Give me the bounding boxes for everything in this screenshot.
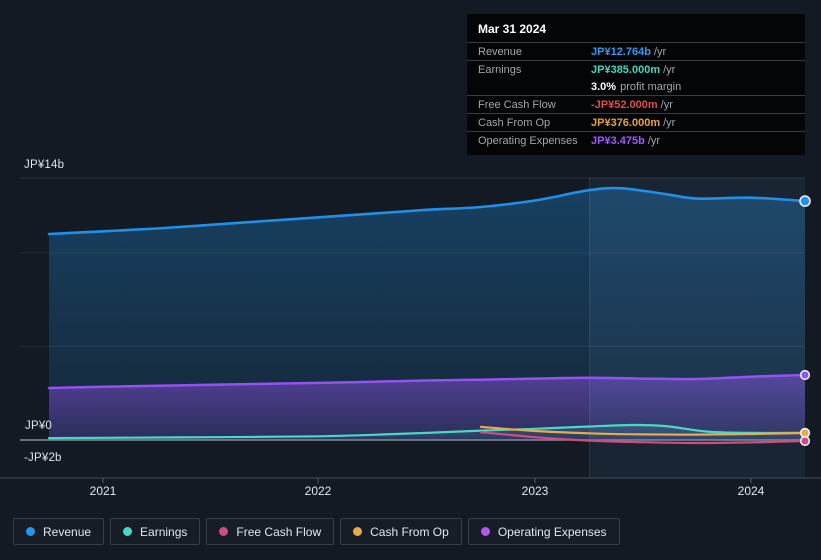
tooltip-suffix: /yr <box>660 98 673 111</box>
tooltip-suffix: /yr <box>653 45 667 58</box>
tooltip-row-revenue: Revenue JP¥12.764b /yr <box>467 42 805 60</box>
endpoint-free_cash_flow[interactable] <box>799 435 811 447</box>
legend-item-free-cash-flow[interactable]: Free Cash Flow <box>206 518 335 545</box>
cash-from-op-dot-icon <box>353 527 363 536</box>
page: { "y_axis": { "top_label": "JP¥14b", "ze… <box>0 0 821 560</box>
y-axis-label-14b: JP¥14b <box>24 159 65 171</box>
hover-tooltip: Mar 31 2024 Revenue JP¥12.764b /yr Earni… <box>467 14 805 155</box>
tooltip-label: Cash From Op <box>478 116 551 129</box>
tooltip-suffix: /yr <box>647 134 661 147</box>
operating-expenses-dot-icon <box>480 527 490 536</box>
x-axis-label-2022: 2022 <box>304 484 332 498</box>
legend-label: Earnings <box>140 524 188 539</box>
legend-label: Free Cash Flow <box>236 524 322 539</box>
legend-label: Cash From Op <box>370 524 449 539</box>
tooltip-row-operating-expenses: Operating Expenses JP¥3.475b /yr <box>467 131 805 149</box>
tooltip-row-free-cash-flow: Free Cash Flow -JP¥52.000m /yr <box>467 95 805 113</box>
x-axis-label-2021: 2021 <box>89 484 117 498</box>
earnings-revenue-history-chart[interactable]: JP¥14b JP¥0 -JP¥2b 2021 2022 2023 2024 M… <box>0 0 821 560</box>
profit-margin-value: 3.0% <box>591 80 617 93</box>
x-axis-label-2024: 2024 <box>737 484 765 498</box>
tooltip-value: JP¥385.000m <box>591 63 661 76</box>
revenue-dot-icon <box>26 527 35 536</box>
legend-label: Revenue <box>43 524 92 539</box>
legend-item-cash-from-op[interactable]: Cash From Op <box>340 518 462 545</box>
tooltip-value: JP¥12.764b <box>591 45 651 58</box>
endpoint-revenue[interactable] <box>799 195 811 207</box>
x-axis-label-2023: 2023 <box>521 484 549 498</box>
legend-item-operating-expenses[interactable]: Operating Expenses <box>467 518 620 545</box>
tooltip-row-earnings: Earnings JP¥385.000m /yr <box>467 60 805 78</box>
tooltip-value: JP¥3.475b <box>591 134 645 147</box>
tooltip-value: -JP¥52.000m <box>591 98 658 111</box>
legend-item-earnings[interactable]: Earnings <box>110 518 201 545</box>
tooltip-label: Operating Expenses <box>478 134 578 147</box>
tooltip-value: JP¥376.000m <box>591 116 661 129</box>
tooltip-date: Mar 31 2024 <box>478 22 547 36</box>
free-cash-flow-dot-icon <box>219 527 229 536</box>
y-axis-label-neg2b: -JP¥2b <box>24 452 62 464</box>
endpoint-operating_expenses[interactable] <box>799 369 811 381</box>
tooltip-label: Free Cash Flow <box>478 98 556 111</box>
tooltip-row-cash-from-op: Cash From Op JP¥376.000m /yr <box>467 113 805 131</box>
tooltip-label: Earnings <box>478 63 522 76</box>
tooltip-profit-margin: 3.0% profit margin <box>467 78 805 95</box>
earnings-dot-icon <box>123 527 133 536</box>
tooltip-label: Revenue <box>478 45 523 58</box>
tooltip-suffix: /yr <box>663 116 676 129</box>
tooltip-suffix: /yr <box>663 63 676 76</box>
profit-margin-text: profit margin <box>620 80 682 93</box>
chart-legend: Revenue Earnings Free Cash Flow Cash Fro… <box>13 518 620 545</box>
y-axis-label-0: JP¥0 <box>25 420 53 432</box>
legend-label: Operating Expenses <box>497 524 607 539</box>
legend-item-revenue[interactable]: Revenue <box>13 518 105 545</box>
